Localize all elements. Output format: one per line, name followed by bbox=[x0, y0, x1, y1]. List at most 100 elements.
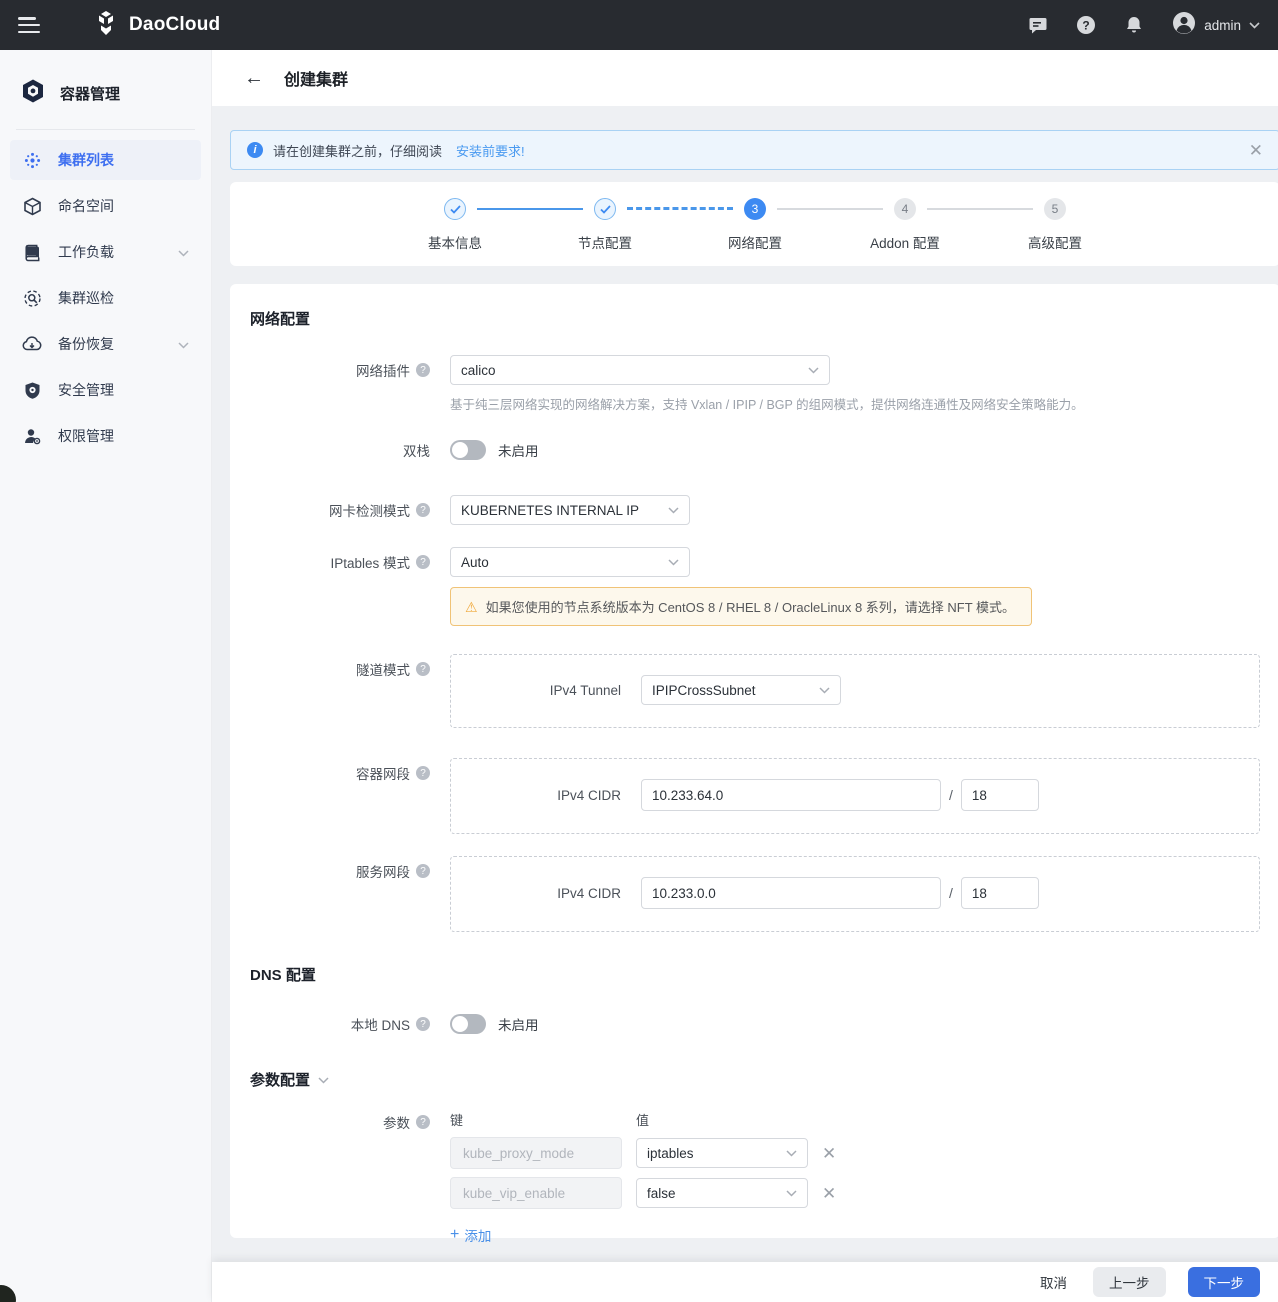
info-icon: i bbox=[247, 142, 263, 158]
cancel-button[interactable]: 取消 bbox=[1036, 1267, 1071, 1297]
service-cidr-input[interactable] bbox=[641, 877, 941, 909]
pod-cidr-input[interactable] bbox=[641, 779, 941, 811]
workload-icon bbox=[22, 242, 42, 262]
ipv4-cidr-label: IPv4 CIDR bbox=[451, 788, 621, 803]
network-plugin-select[interactable]: calico bbox=[450, 355, 830, 385]
help-tooltip-icon[interactable]: ? bbox=[416, 766, 430, 780]
chevron-down-icon bbox=[786, 1150, 797, 1157]
step-advanced-config[interactable]: 5 高级配置 bbox=[980, 198, 1130, 252]
avatar-icon bbox=[1172, 11, 1196, 40]
help-tooltip-icon[interactable]: ? bbox=[416, 1017, 430, 1031]
step-check-icon bbox=[594, 198, 616, 220]
sidebar-item-label: 集群巡检 bbox=[58, 288, 114, 308]
sidebar-item-cluster-list[interactable]: 集群列表 bbox=[10, 140, 201, 180]
sidebar-item-permissions[interactable]: 权限管理 bbox=[10, 416, 201, 456]
help-icon[interactable]: ? bbox=[1076, 15, 1096, 35]
sidebar-item-security[interactable]: 安全管理 bbox=[10, 370, 201, 410]
param-value-select[interactable]: iptables bbox=[636, 1138, 808, 1168]
next-step-button[interactable]: 下一步 bbox=[1188, 1267, 1261, 1297]
chevron-down-icon bbox=[668, 507, 679, 514]
chevron-down-icon bbox=[786, 1190, 797, 1197]
help-tooltip-icon[interactable]: ? bbox=[416, 1115, 430, 1129]
chevron-down-icon bbox=[819, 687, 830, 694]
step-basic-info[interactable]: 基本信息 bbox=[380, 198, 530, 252]
back-arrow-icon[interactable]: ← bbox=[244, 68, 264, 88]
pre-install-requirements-link[interactable]: 安装前要求! bbox=[456, 141, 525, 160]
pre-install-alert: i 请在创建集群之前，仔细阅读 安装前要求! ✕ bbox=[230, 130, 1278, 170]
field-label-tunnel-mode: 隧道模式? bbox=[250, 654, 430, 684]
field-label-dual-stack: 双栈 bbox=[250, 435, 430, 465]
local-dns-toggle[interactable] bbox=[450, 1014, 486, 1034]
field-label-nic-detection: 网卡检测模式? bbox=[250, 495, 430, 525]
sidebar-item-label: 工作负载 bbox=[58, 242, 114, 262]
sidebar-item-label: 集群列表 bbox=[58, 150, 114, 170]
service-cidr-group: IPv4 CIDR / bbox=[450, 856, 1260, 932]
cidr-slash: / bbox=[949, 885, 953, 901]
cidr-slash: / bbox=[949, 787, 953, 803]
field-label-service-cidr: 服务网段? bbox=[250, 856, 430, 886]
security-shield-icon bbox=[22, 380, 42, 400]
param-row: iptables ✕ bbox=[450, 1137, 1260, 1169]
chevron-down-icon bbox=[178, 244, 189, 260]
section-params-config[interactable]: 参数配置 bbox=[250, 1069, 1260, 1090]
iptables-mode-select[interactable]: Auto bbox=[450, 547, 690, 577]
help-tooltip-icon[interactable]: ? bbox=[416, 662, 430, 676]
sidebar-item-namespace[interactable]: 命名空间 bbox=[10, 186, 201, 226]
message-icon[interactable] bbox=[1028, 15, 1048, 35]
param-row: false ✕ bbox=[450, 1177, 1260, 1209]
service-cidr-mask-input[interactable] bbox=[961, 877, 1039, 909]
page-header: ← 创建集群 bbox=[212, 50, 1278, 106]
field-label-pod-cidr: 容器网段? bbox=[250, 758, 430, 788]
help-tooltip-icon[interactable]: ? bbox=[416, 503, 430, 517]
help-tooltip-icon[interactable]: ? bbox=[416, 363, 430, 377]
step-addon-config[interactable]: 4 Addon 配置 bbox=[830, 198, 980, 252]
param-key-input bbox=[450, 1177, 622, 1209]
sidebar-item-label: 备份恢复 bbox=[58, 334, 114, 354]
field-label-params: 参数? bbox=[250, 1110, 430, 1132]
param-key-input bbox=[450, 1137, 622, 1169]
svg-text:?: ? bbox=[1083, 18, 1090, 32]
help-tooltip-icon[interactable]: ? bbox=[416, 864, 430, 878]
notification-bell-icon[interactable] bbox=[1124, 15, 1144, 35]
plugin-helper-text: 基于纯三层网络实现的网络解决方案，支持 Vxlan / IPIP / BGP 的… bbox=[450, 394, 1260, 413]
daocloud-logo-icon bbox=[92, 9, 120, 42]
nic-detection-select[interactable]: KUBERNETES INTERNAL IP bbox=[450, 495, 690, 525]
dual-stack-status: 未启用 bbox=[498, 440, 539, 460]
section-network-config: 网络配置 bbox=[250, 308, 1260, 329]
remove-param-icon[interactable]: ✕ bbox=[822, 1185, 836, 1202]
remove-param-icon[interactable]: ✕ bbox=[822, 1145, 836, 1162]
nft-mode-warning: ⚠ 如果您使用的节点系统版本为 CentOS 8 / RHEL 8 / Orac… bbox=[450, 587, 1032, 626]
stepper-card: 基本信息 节点配置 3 网络配置 bbox=[230, 182, 1278, 266]
param-value-select[interactable]: false bbox=[636, 1178, 808, 1208]
sidebar-item-workload[interactable]: 工作负载 bbox=[10, 232, 201, 272]
network-config-form: 网络配置 网络插件? calico 基于纯三层网络实现的网络解决方案，支持 Vx… bbox=[230, 284, 1278, 1238]
tunnel-mode-group: IPv4 Tunnel IPIPCrossSubnet bbox=[450, 654, 1260, 728]
help-tooltip-icon[interactable]: ? bbox=[416, 555, 430, 569]
pod-cidr-mask-input[interactable] bbox=[961, 779, 1039, 811]
ipv4-tunnel-label: IPv4 Tunnel bbox=[451, 683, 621, 698]
pod-cidr-group: IPv4 CIDR / bbox=[450, 758, 1260, 834]
add-param-button[interactable]: + 添加 bbox=[450, 1225, 491, 1245]
sidebar-item-backup-restore[interactable]: 备份恢复 bbox=[10, 324, 201, 364]
ipv4-tunnel-select[interactable]: IPIPCrossSubnet bbox=[641, 675, 841, 705]
cluster-list-icon bbox=[22, 150, 42, 170]
sidebar-item-cluster-inspection[interactable]: 集群巡检 bbox=[10, 278, 201, 318]
dual-stack-toggle[interactable] bbox=[450, 440, 486, 460]
user-menu[interactable]: admin bbox=[1172, 11, 1260, 40]
chevron-down-icon bbox=[318, 1071, 329, 1088]
username: admin bbox=[1204, 18, 1241, 33]
step-node-config[interactable]: 节点配置 bbox=[530, 198, 680, 252]
sidebar-module-title: 容器管理 bbox=[0, 64, 211, 125]
menu-toggle-icon[interactable] bbox=[18, 17, 40, 33]
permissions-user-icon bbox=[22, 426, 42, 446]
previous-step-button[interactable]: 上一步 bbox=[1093, 1267, 1166, 1297]
local-dns-status: 未启用 bbox=[498, 1014, 539, 1034]
sidebar-item-label: 安全管理 bbox=[58, 380, 114, 400]
close-icon[interactable]: ✕ bbox=[1249, 142, 1263, 159]
ipv4-cidr-label: IPv4 CIDR bbox=[451, 886, 621, 901]
alert-text: 请在创建集群之前，仔细阅读 bbox=[273, 141, 442, 160]
wizard-footer: 取消 上一步 下一步 bbox=[212, 1262, 1278, 1302]
container-management-icon bbox=[20, 78, 46, 109]
chevron-down-icon bbox=[178, 336, 189, 352]
divider bbox=[16, 129, 195, 130]
